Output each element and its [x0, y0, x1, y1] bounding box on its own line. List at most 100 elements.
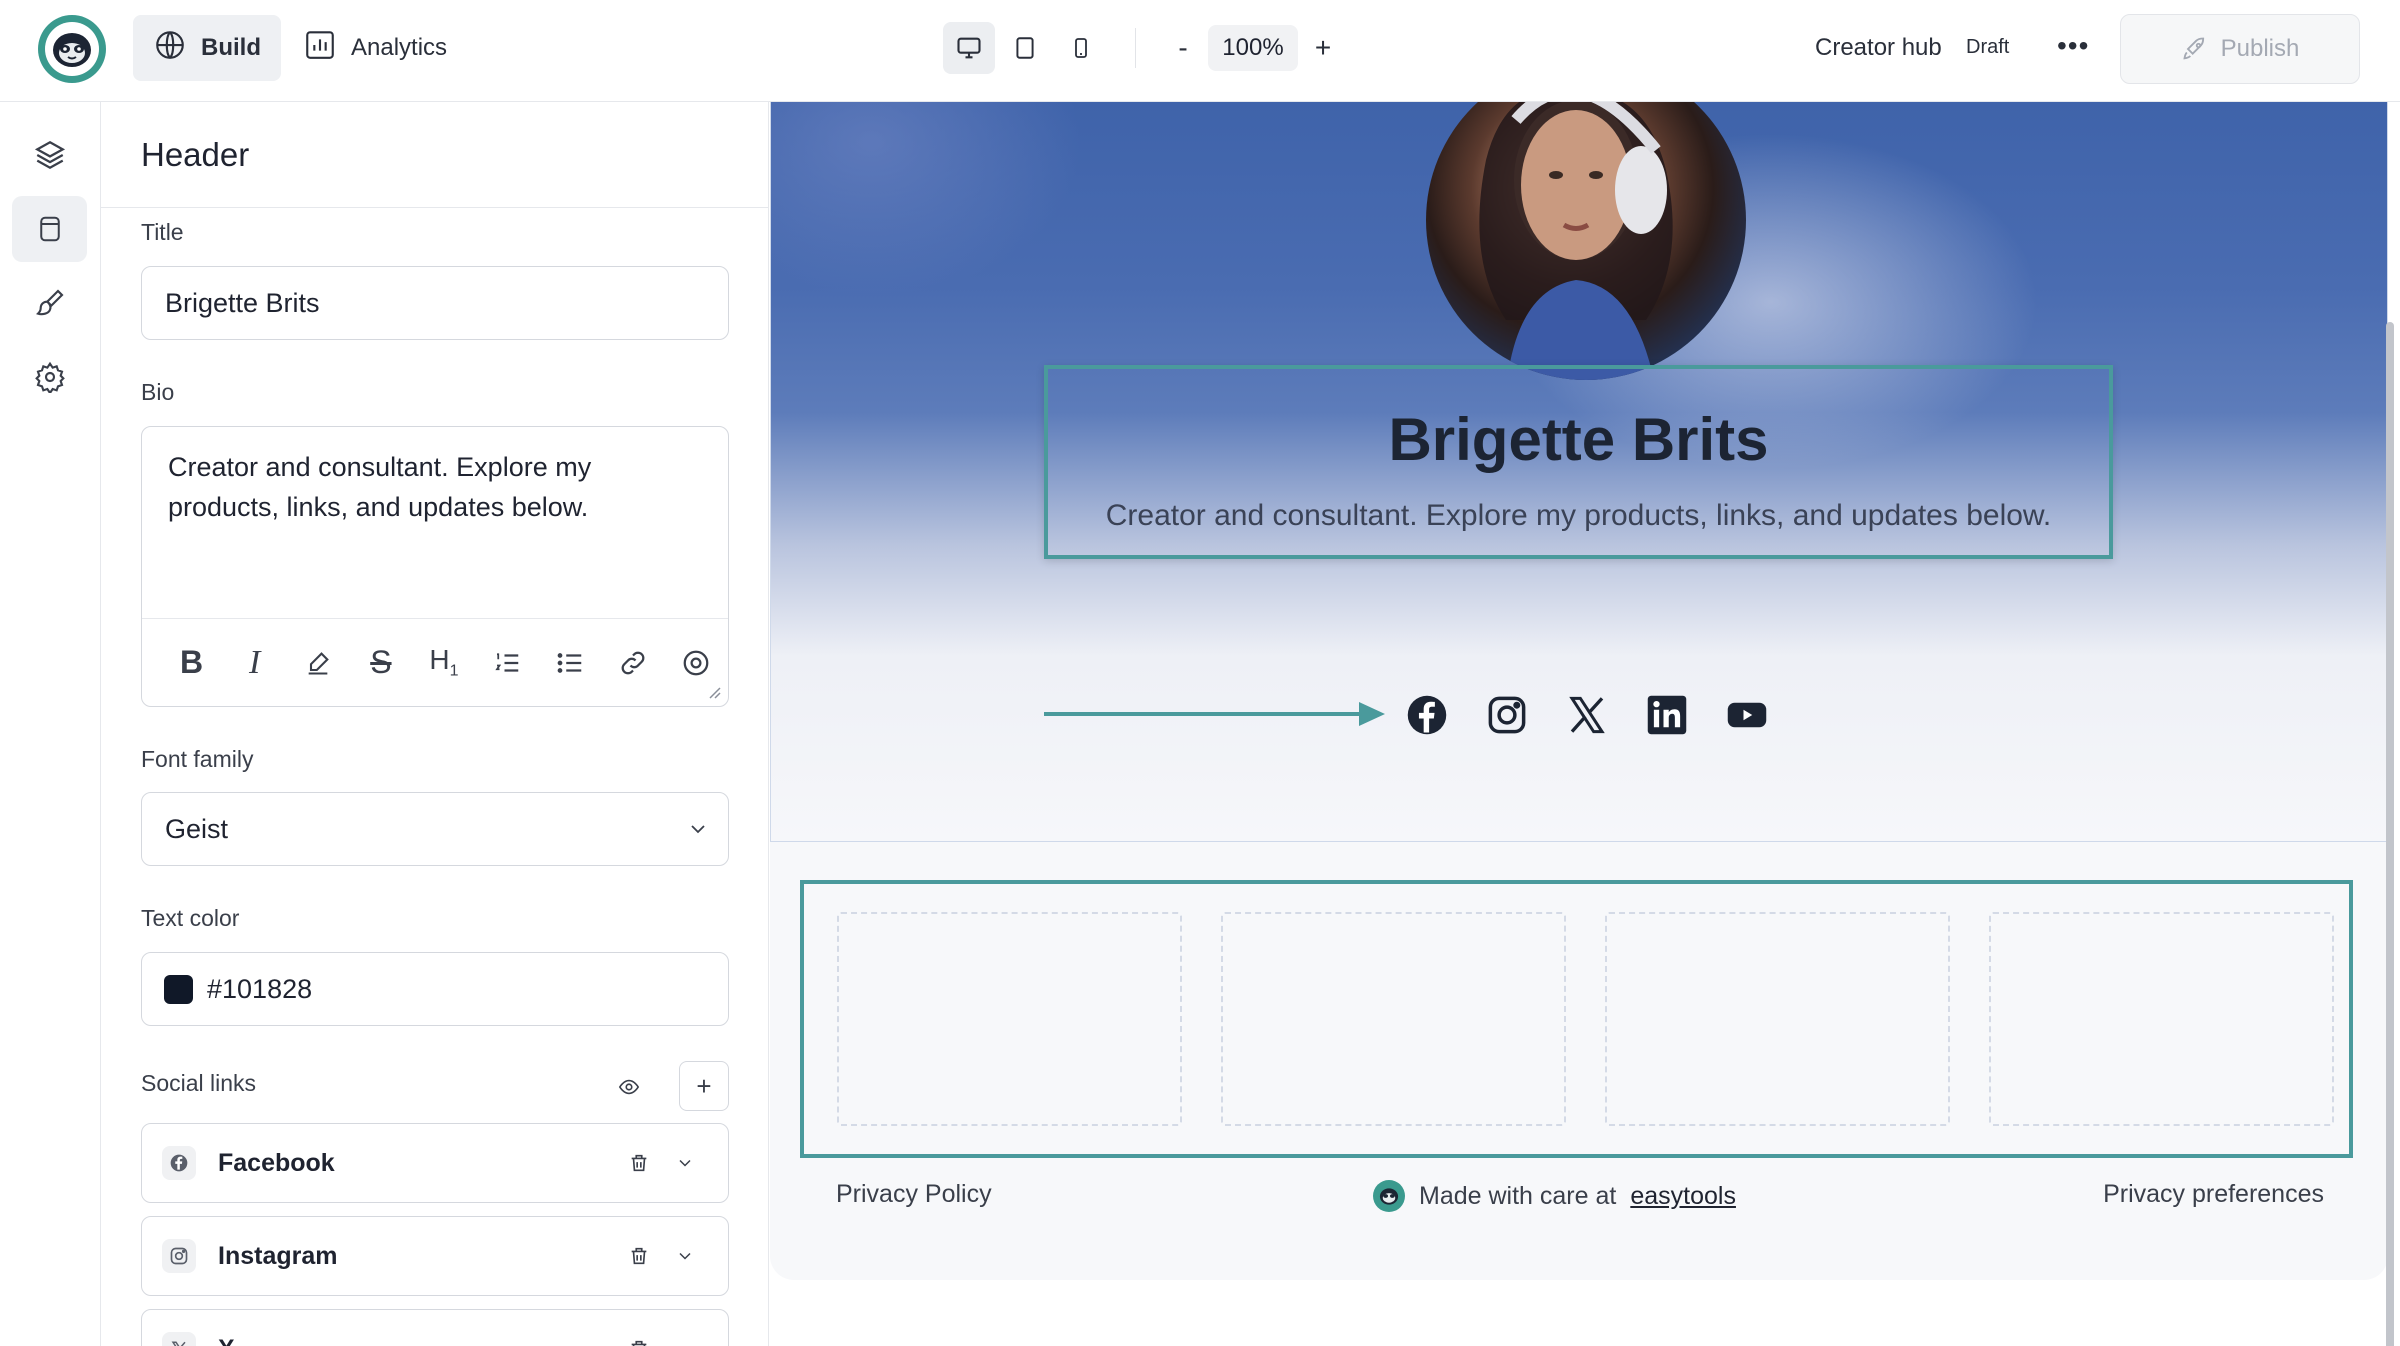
- trash-icon: [631, 1247, 647, 1265]
- add-social-link-button[interactable]: +: [679, 1061, 729, 1111]
- rail-design[interactable]: [12, 270, 87, 336]
- project-name[interactable]: Creator hub: [1815, 34, 1942, 62]
- headline-block[interactable]: Brigette Brits Creator and consultant. E…: [1044, 365, 2113, 559]
- link-icon: [621, 651, 645, 674]
- x-link[interactable]: [1564, 692, 1610, 738]
- delete-button[interactable]: [616, 1140, 662, 1186]
- title-input[interactable]: Brigette Brits: [141, 266, 729, 340]
- status-badge: Draft: [1966, 36, 2010, 58]
- easytools-logo-icon: [1373, 1180, 1405, 1212]
- tab-build-label: Build: [201, 34, 261, 61]
- social-link-instagram[interactable]: Instagram: [141, 1216, 729, 1296]
- more-options-button[interactable]: •••: [2057, 30, 2089, 62]
- header-section[interactable]: Brigette Brits Creator and consultant. E…: [770, 102, 2388, 842]
- grid-slot[interactable]: [1989, 912, 2334, 1126]
- publish-button[interactable]: Publish: [2120, 14, 2360, 84]
- italic-button[interactable]: I: [223, 638, 286, 688]
- linkedin-link[interactable]: [1644, 692, 1690, 738]
- heading-icon: H1: [429, 644, 459, 680]
- delete-button[interactable]: [616, 1233, 662, 1279]
- facebook-link[interactable]: [1404, 692, 1450, 738]
- rail-layers[interactable]: [12, 122, 87, 188]
- social-link-name: Facebook: [218, 1148, 335, 1177]
- highlight-icon: [308, 651, 329, 675]
- chart-icon: [303, 28, 337, 69]
- text-color-input[interactable]: #101828: [141, 952, 729, 1026]
- strikethrough-button[interactable]: S: [349, 638, 412, 688]
- chevron-down-icon: [680, 1345, 690, 1346]
- ordered-list-button[interactable]: [476, 638, 539, 688]
- bio-editor[interactable]: Creator and consultant. Explore my produ…: [141, 426, 729, 707]
- trash-icon: [631, 1340, 647, 1346]
- visibility-toggle[interactable]: [614, 1072, 644, 1102]
- color-swatch[interactable]: [164, 974, 193, 1004]
- social-link-x[interactable]: X: [141, 1309, 729, 1346]
- grid-slot[interactable]: [1605, 912, 1950, 1126]
- tab-build[interactable]: Build: [133, 15, 281, 81]
- tablet-view-button[interactable]: [999, 22, 1051, 74]
- rail-pages[interactable]: [12, 196, 87, 262]
- bold-button[interactable]: B: [160, 638, 223, 688]
- bio-label: Bio: [141, 379, 175, 405]
- grid-slot[interactable]: [1221, 912, 1566, 1126]
- link-button[interactable]: [602, 638, 665, 688]
- profile-avatar[interactable]: [1426, 102, 1746, 380]
- youtube-link[interactable]: [1724, 692, 1770, 738]
- sloth-logo-icon: [45, 22, 99, 76]
- bio-textarea[interactable]: Creator and consultant. Explore my produ…: [142, 427, 728, 617]
- zoom-out-button[interactable]: -: [1160, 22, 1206, 74]
- desktop-icon: [957, 37, 981, 59]
- gear-icon: [34, 361, 65, 393]
- ordered-list-icon: [495, 652, 519, 672]
- made-with-care-text: Made with care at: [1419, 1181, 1617, 1210]
- tab-analytics[interactable]: Analytics: [283, 15, 467, 81]
- font-family-label: Font family: [141, 746, 254, 772]
- made-with-care: Made with care at easytools: [1373, 1180, 1736, 1212]
- easytools-link[interactable]: easytools: [1630, 1182, 1736, 1211]
- emoji-button[interactable]: [665, 638, 728, 688]
- bullet-list-icon: [557, 652, 582, 673]
- rail-settings[interactable]: [12, 344, 87, 410]
- plus-icon: +: [696, 1070, 712, 1101]
- emoji-icon: [684, 650, 709, 675]
- font-family-select[interactable]: Geist: [141, 792, 729, 866]
- expand-button[interactable]: [662, 1140, 708, 1186]
- expand-button[interactable]: [662, 1233, 708, 1279]
- resize-handle-icon[interactable]: [706, 684, 722, 700]
- bio-toolbar: B I S H1: [142, 618, 728, 706]
- privacy-preferences-link[interactable]: Privacy preferences: [2103, 1180, 2324, 1209]
- mobile-view-button[interactable]: [1055, 22, 1107, 74]
- desktop-view-button[interactable]: [943, 22, 995, 74]
- toolbar-divider: [1135, 28, 1136, 68]
- social-link-facebook[interactable]: Facebook: [141, 1123, 729, 1203]
- left-rail: [0, 102, 101, 1346]
- italic-icon: I: [249, 643, 261, 681]
- bullet-list-button[interactable]: [539, 638, 602, 688]
- social-links-label: Social links: [141, 1070, 257, 1096]
- arrow-head-icon: [1359, 702, 1385, 726]
- delete-button[interactable]: [616, 1326, 662, 1346]
- expand-button[interactable]: [662, 1326, 708, 1346]
- social-link-name: X: [218, 1335, 616, 1346]
- bold-icon: B: [180, 644, 204, 680]
- page-icon: [39, 216, 60, 242]
- layers-icon: [34, 140, 65, 170]
- highlight-button[interactable]: [286, 638, 349, 688]
- instagram-link[interactable]: [1484, 692, 1530, 738]
- facebook-icon: [1407, 695, 1447, 735]
- grid-slot[interactable]: [837, 912, 1182, 1126]
- content-grid-block[interactable]: [800, 880, 2353, 1158]
- chevron-down-icon: [679, 1159, 691, 1167]
- privacy-policy-link[interactable]: Privacy Policy: [836, 1180, 992, 1209]
- settings-panel: Header Title Brigette Brits Bio Creator …: [101, 102, 769, 1346]
- profile-name: Brigette Brits: [1388, 406, 1769, 473]
- zoom-in-button[interactable]: +: [1300, 22, 1346, 74]
- zoom-level[interactable]: 100%: [1208, 25, 1298, 71]
- app-logo[interactable]: [38, 15, 106, 83]
- heading-button[interactable]: H1: [412, 638, 475, 688]
- x-icon: [162, 1332, 196, 1346]
- mobile-icon: [1075, 38, 1087, 58]
- preview-canvas: Brigette Brits Creator and consultant. E…: [770, 102, 2400, 1346]
- brush-icon: [35, 289, 64, 316]
- canvas-scrollbar[interactable]: [2386, 322, 2394, 1346]
